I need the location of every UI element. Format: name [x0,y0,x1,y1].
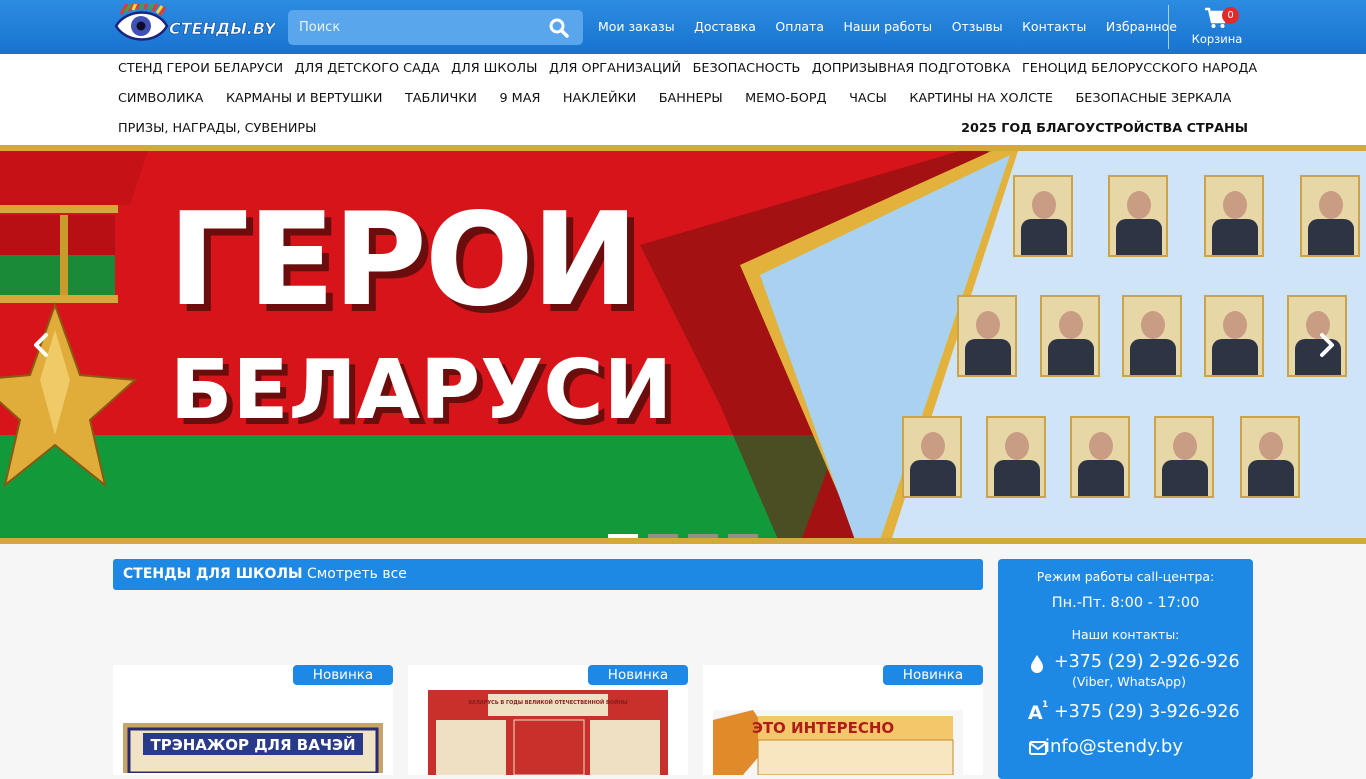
contacts-label: Наши контакты: [1071,627,1180,642]
product-image-text: ЭТО ИНТЕРЕСНО [752,719,894,737]
category-row-2: СИМВОЛИКА КАРМАНЫ И ВЕРТУШКИ ТАБЛИЧКИ 9 … [118,91,1254,106]
category-item[interactable]: МЕМО-БОРД [745,91,826,106]
nav-delivery[interactable]: Доставка [694,19,756,37]
hours-value: Пн.-Пт. 8:00 - 17:00 [1051,595,1200,611]
svg-text:A: A [1028,702,1043,722]
category-highlight[interactable]: 2025 ГОД БЛАГОУСТРОЙСТВА СТРАНЫ [961,121,1248,136]
category-item[interactable]: БЕЗОПАСНОСТЬ [693,61,801,76]
phone-number[interactable]: +375 (29) 2-926-926 [1054,652,1240,672]
header-divider [1168,5,1169,49]
a1-icon: A 1 [1028,700,1048,722]
category-item[interactable]: БАННЕРЫ [659,91,723,106]
banner-prev-arrow[interactable] [28,331,56,359]
drop-icon [1031,655,1043,673]
section-title: СТЕНДЫ ДЛЯ ШКОЛЫ [123,566,303,582]
category-item[interactable]: БЕЗОПАСНЫЕ ЗЕРКАЛА [1076,91,1232,106]
banner-pagination [608,534,768,538]
category-item[interactable]: ДЛЯ ОРГАНИЗАЦИЙ [549,61,681,76]
phone-number[interactable]: +375 (29) 3-926-926 [1054,702,1240,722]
hero-portrait [1122,295,1182,377]
category-item[interactable]: 9 МАЯ [499,91,540,106]
hero-portrait [1108,175,1168,257]
hero-portrait [1204,295,1264,377]
product-image-text: ТРЭНАЖОР ДЛЯ ВАЧЭЙ [150,735,355,754]
category-item[interactable]: ПРИЗЫ, НАГРАДЫ, СУВЕНИРЫ [118,121,316,136]
category-item[interactable]: ДОПРИЗЫВНАЯ ПОДГОТОВКА [812,61,1011,76]
banner-dot[interactable] [728,534,758,538]
category-item[interactable]: КАРТИНЫ НА ХОЛСТЕ [909,91,1053,106]
new-badge: Новинка [293,665,393,685]
category-item[interactable]: ГЕНОЦИД БЕЛОРУССКОГО НАРОДА [1022,61,1257,76]
category-item[interactable]: НАКЛЕЙКИ [563,91,636,106]
category-item[interactable]: ЧАСЫ [849,91,887,106]
search-input[interactable] [288,10,538,45]
category-row-3: ПРИЗЫ, НАГРАДЫ, СУВЕНИРЫ [118,121,316,136]
nav-our-works[interactable]: Наши работы [843,19,932,37]
nav-contacts[interactable]: Контакты [1022,19,1086,37]
top-bar: СТЕНДЫ.BY Мои заказы Доставка Оплата Наш… [0,0,1366,54]
category-item[interactable]: ТАБЛИЧКИ [405,91,477,106]
hero-portrait [1040,295,1100,377]
search-icon[interactable] [549,18,569,38]
search-box [288,10,583,45]
nav-payment[interactable]: Оплата [775,19,824,37]
phone-note: (Viber, WhatsApp) [1072,674,1186,689]
hero-portrait [1204,175,1264,257]
category-item[interactable]: СИМВОЛИКА [118,91,203,106]
category-item[interactable]: ДЛЯ ДЕТСКОГО САДА [295,61,440,76]
hero-portrait [957,295,1017,377]
banner-dot[interactable] [608,534,638,538]
cart-count-badge: 0 [1222,7,1239,24]
svg-text:1: 1 [1042,700,1048,710]
email-link[interactable]: info@stendy.by [1045,736,1183,757]
banner-dot[interactable] [688,534,718,538]
category-menu: СТЕНД ГЕРОИ БЕЛАРУСИ ДЛЯ ДЕТСКОГО САДА Д… [0,54,1366,145]
hero-portrait [1154,416,1214,498]
product-image-text: БЕЛАРУСЬ В ГОДЫ ВЕЛИКОЙ ОТЕЧЕСТВЕННОЙ ВО… [468,698,627,706]
product-card[interactable]: Новинка ТРЭНАЖОР ДЛЯ ВАЧЭЙ [113,665,393,775]
logo-text: СТЕНДЫ.BY [169,19,275,38]
product-image: БЕЛАРУСЬ В ГОДЫ ВЕЛИКОЙ ОТЕЧЕСТВЕННОЙ ВО… [428,690,668,775]
product-card[interactable]: Новинка ЭТО ИНТЕРЕСНО [703,665,983,775]
hero-portrait [1013,175,1073,257]
hours-label: Режим работы call-центра: [1036,569,1215,584]
banner-dot[interactable] [648,534,678,538]
hero-portrait [1070,416,1130,498]
view-all-link[interactable]: Смотреть все [307,566,407,582]
category-item[interactable]: КАРМАНЫ И ВЕРТУШКИ [226,91,383,106]
product-image: ЭТО ИНТЕРЕСНО [713,710,963,775]
hero-banner: ГЕРОИ БЕЛАРУСИ [0,145,1366,544]
hero-portrait [1240,416,1300,498]
category-item[interactable]: СТЕНД ГЕРОИ БЕЛАРУСИ [118,61,283,76]
category-row-1: СТЕНД ГЕРОИ БЕЛАРУСИ ДЛЯ ДЕТСКОГО САДА Д… [118,61,1269,76]
product-card[interactable]: Новинка БЕЛАРУСЬ В ГОДЫ ВЕЛИКОЙ ОТЕЧЕСТВ… [408,665,688,775]
site-logo[interactable]: СТЕНДЫ.BY [113,4,275,50]
banner-title-line1: ГЕРОИ [168,186,639,335]
new-badge: Новинка [588,665,688,685]
category-item[interactable]: ДЛЯ ШКОЛЫ [451,61,537,76]
hero-portrait [902,416,962,498]
banner-title-line2: БЕЛАРУСИ [170,343,673,438]
hero-portrait [1300,175,1360,257]
nav-reviews[interactable]: Отзывы [952,19,1003,37]
nav-my-orders[interactable]: Мои заказы [598,19,675,37]
product-image: ТРЭНАЖОР ДЛЯ ВАЧЭЙ [123,723,383,773]
cart-label: Корзина [1191,32,1243,46]
banner-next-arrow[interactable] [1312,331,1340,359]
top-nav: Мои заказы Доставка Оплата Наши работы О… [598,19,1196,37]
contacts-sidebar: Режим работы call-центра: Пн.-Пт. 8:00 -… [998,559,1253,779]
cart-button[interactable]: 0 Корзина [1188,4,1246,50]
section-header: СТЕНДЫ ДЛЯ ШКОЛЫ Смотреть все [113,559,983,590]
new-badge: Новинка [883,665,983,685]
hero-portrait [986,416,1046,498]
nav-favorites[interactable]: Избранное [1106,19,1177,37]
